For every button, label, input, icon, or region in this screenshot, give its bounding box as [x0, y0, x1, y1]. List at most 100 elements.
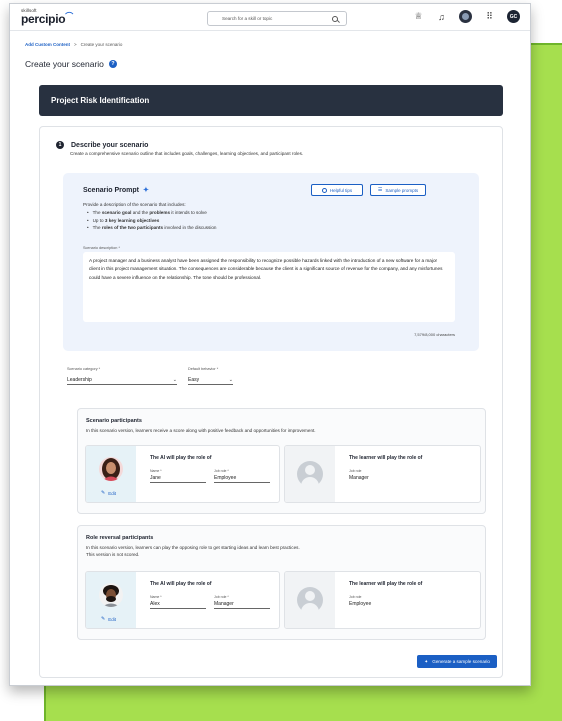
search-input[interactable]: Search for a skill or topic [207, 11, 347, 26]
sample-prompts-button[interactable]: ☰ Sample prompts [370, 184, 426, 196]
participants-description: In this scenario version, learners recei… [86, 428, 316, 433]
app-window: skillsoft percipio⌒ Search for a skill o… [9, 3, 531, 686]
learner-job-role: Job role Manager [349, 469, 429, 483]
search-placeholder: Search for a skill or topic [222, 16, 273, 21]
default-behavior-value: Easy [188, 376, 200, 383]
scenario-banner: Project Risk Identification [39, 85, 503, 116]
job-role-label: Job role [349, 595, 362, 599]
scenario-category-label: Scenario category * [67, 367, 101, 371]
coach-avatar-icon[interactable] [459, 10, 472, 23]
job-role-input[interactable]: Employee [214, 475, 270, 483]
participants-title: Scenario participants [86, 418, 142, 424]
lightbulb-icon [321, 187, 327, 193]
percipio-logo[interactable]: skillsoft percipio⌒ [21, 8, 73, 27]
chevron-down-icon: ⌄ [228, 376, 233, 383]
header-actions: ♕ ♫ ⠿ GC [413, 10, 520, 23]
default-behavior-field[interactable]: Easy ⌄ [188, 375, 233, 385]
reversal-description-line: In this scenario version, learners can p… [86, 545, 300, 550]
ai-job-role-field[interactable]: Job role * Manager [214, 595, 270, 609]
page-title: Create your scenario ? [25, 59, 117, 69]
ai-avatar-pane: ✎ Edit [86, 572, 136, 628]
job-role-value: Manager [349, 475, 369, 481]
ai-role-heading: The AI will play the role of [150, 581, 212, 587]
prompt-bullet: The roles of the two participants involv… [87, 224, 217, 232]
name-label: Name * [150, 595, 162, 599]
prompt-bullets: The scenario goal and the problems it in… [87, 209, 217, 232]
learner-role-card: The learner will play the role of Job ro… [284, 445, 481, 503]
scenario-category-field[interactable]: Leadership ⌄ [67, 375, 177, 385]
step-description: Create a comprehensive scenario outline … [70, 151, 304, 156]
bullet-bold: scenario goal [101, 210, 132, 215]
learner-avatar-pane [285, 572, 335, 628]
scenario-participants-section: Scenario participants In this scenario v… [77, 408, 486, 514]
apps-grid-icon[interactable]: ⠿ [484, 11, 495, 22]
top-bar: skillsoft percipio⌒ Search for a skill o… [10, 4, 530, 31]
reversal-title: Role reversal participants [86, 535, 154, 541]
helpful-tips-button[interactable]: Helpful tips [311, 184, 363, 196]
scenario-category-value: Leadership [67, 376, 92, 383]
generate-sample-scenario-button[interactable]: ✦ Generate a sample scenario [417, 655, 497, 668]
scenario-description-label: Scenario description * [83, 246, 120, 250]
ai-role-card: ✎ Edit The AI will play the role of Name… [85, 445, 280, 503]
name-input[interactable]: Jane [150, 475, 206, 483]
default-behavior-label: Default behavior * [188, 367, 219, 371]
reversal-description-line: This version is not scored. [86, 552, 140, 557]
prompt-bullet: Up to 3 key learning objectives [87, 217, 216, 225]
default-behavior-select[interactable]: Default behavior * Easy ⌄ [188, 367, 233, 385]
job-role-label: Job role * [214, 595, 229, 599]
user-placeholder-icon [297, 587, 323, 613]
ai-role-card: ✎ Edit The AI will play the role of Name… [85, 571, 280, 629]
ai-avatar-pane: ✎ Edit [86, 446, 136, 502]
learner-role-heading: The learner will play the role of [349, 455, 423, 461]
learner-role-heading: The learner will play the role of [349, 581, 423, 587]
scenario-description-textarea[interactable]: A project manager and a business analyst… [83, 252, 455, 322]
ai-job-role-field[interactable]: Job role * Employee [214, 469, 270, 483]
job-role-value: Employee [349, 601, 372, 607]
edit-ai-role-link[interactable]: ✎ Edit [101, 616, 116, 622]
trophy-icon[interactable]: ♕ [413, 11, 424, 22]
job-role-label: Job role [349, 469, 362, 473]
user-avatar[interactable]: GC [507, 10, 520, 23]
step-header: 1 Describe your scenario [56, 141, 148, 149]
learner-role-card: The learner will play the role of Job ro… [284, 571, 481, 629]
breadcrumb-current: Create your scenario [80, 42, 123, 47]
step-number-badge: 1 [56, 141, 64, 149]
list-icon: ☰ [377, 187, 383, 193]
edit-ai-role-link[interactable]: ✎ Edit [101, 490, 116, 496]
learner-avatar-pane [285, 446, 335, 502]
jane-avatar [99, 457, 123, 481]
scenario-category-select[interactable]: Scenario category * Leadership ⌄ [67, 367, 177, 385]
sample-prompts-label: Sample prompts [385, 187, 419, 193]
help-icon[interactable]: ? [108, 60, 117, 68]
prompt-intro: Provide a description of the scenario th… [83, 202, 186, 207]
breadcrumb: Add Custom Content > Create your scenari… [25, 42, 122, 47]
banner-title: Project Risk Identification [51, 96, 150, 105]
edit-label: Edit [108, 490, 116, 496]
sparkle-icon: ✦ [424, 658, 429, 664]
chevron-down-icon: ⌄ [172, 376, 177, 383]
bullet-bold: problems [149, 210, 171, 215]
scenario-prompt-panel: Scenario Prompt ✦ Helpful tips ☰ Sample … [63, 173, 479, 351]
sparkle-icon: ✦ [143, 187, 149, 194]
ai-name-field[interactable]: Name * Alex [150, 595, 206, 609]
ai-name-field[interactable]: Name * Jane [150, 469, 206, 483]
logo-wordmark-text: percipio [21, 12, 66, 27]
name-input[interactable]: Alex [150, 601, 206, 609]
alex-avatar [99, 583, 123, 607]
breadcrumb-root-link[interactable]: Add Custom Content [25, 42, 70, 47]
bullet-bold: 3 key learning objectives [104, 217, 160, 223]
bell-icon[interactable]: ♫ [436, 11, 447, 22]
user-placeholder-icon [297, 461, 323, 487]
ai-role-heading: The AI will play the role of [150, 455, 212, 461]
bullet-text: involved in the discussion [163, 225, 217, 230]
job-role-label: Job role * [214, 469, 229, 473]
pencil-icon: ✎ [101, 616, 106, 622]
name-label: Name * [150, 469, 162, 473]
bullet-text: and the [131, 210, 150, 215]
logo-wordmark: percipio⌒ [21, 12, 73, 27]
helpful-tips-label: Helpful tips [329, 187, 353, 193]
reversal-description: In this scenario version, learners can p… [86, 544, 476, 558]
prompt-title-text: Scenario Prompt [83, 186, 140, 194]
job-role-input[interactable]: Manager [214, 601, 270, 609]
page-title-text: Create your scenario [25, 59, 104, 69]
